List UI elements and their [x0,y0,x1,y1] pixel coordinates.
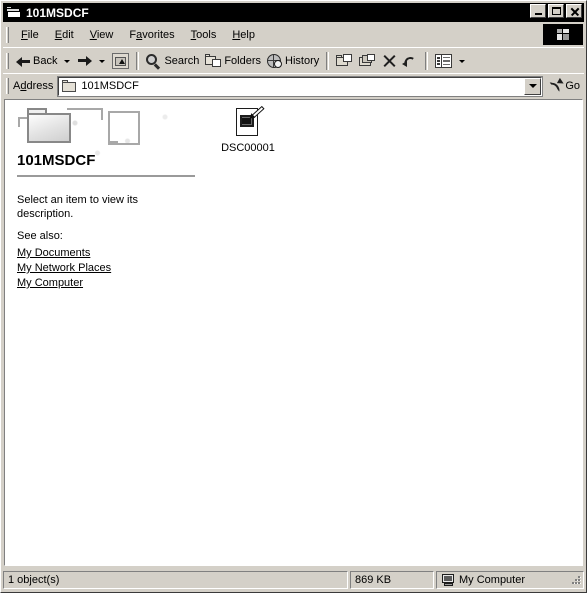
arrow-left-icon [16,56,31,67]
undo-arrow-icon [402,54,418,68]
back-dropdown-icon[interactable] [64,59,71,63]
views-icon [435,54,453,68]
image-document-icon [232,104,265,140]
title-divider [17,175,195,177]
file-item-label: DSC00001 [221,142,275,154]
link-my-network-places[interactable]: My Network Places [17,262,111,274]
move-to-folder-icon [336,53,353,69]
see-also-label: See also: [17,230,63,242]
content-area: 101MSDCF Select an item to view its desc… [4,99,583,566]
undo-button[interactable] [399,50,421,72]
title-bar[interactable]: 101MSDCF [3,3,584,22]
go-button[interactable]: Go [544,77,584,93]
status-bar: 1 object(s) 869 KB My Computer [3,570,584,590]
menu-item-favorites[interactable]: Favorites [121,27,182,43]
toolbar-separator [326,52,330,70]
status-zone-label: My Computer [459,574,526,586]
search-button[interactable]: Search [143,50,202,72]
back-button-label: Back [33,55,58,67]
explorer-window: 101MSDCF File Edit View Favorites Tools … [0,0,587,593]
toolbar-separator [425,52,429,70]
link-my-computer[interactable]: My Computer [17,277,111,289]
close-button[interactable] [566,4,582,18]
status-object-count: 1 object(s) [3,571,348,589]
file-list-pane[interactable]: DSC00001 [201,100,582,565]
minimize-button[interactable] [530,4,546,18]
forward-dropdown-icon[interactable] [99,59,106,63]
arrow-right-icon [77,55,93,68]
move-to-button[interactable] [333,50,356,72]
computer-icon [441,574,455,586]
windows-flag-icon [543,24,583,45]
views-dropdown-icon[interactable] [459,59,466,63]
menu-item-help[interactable]: Help [224,27,263,43]
forward-button[interactable] [74,50,95,72]
search-icon [146,53,162,69]
menu-item-file[interactable]: File [13,27,47,43]
menu-item-tools[interactable]: Tools [183,27,225,43]
folder-icon [62,80,77,92]
menu-item-edit[interactable]: Edit [47,27,82,43]
delete-button[interactable] [379,50,399,72]
link-my-documents[interactable]: My Documents [17,247,111,259]
history-button[interactable]: History [264,50,322,72]
page-title: 101MSDCF [17,152,96,169]
back-button[interactable]: Back [13,50,60,72]
status-total-size: 869 KB [350,571,434,589]
file-item[interactable]: DSC00001 [208,104,288,154]
window-controls [530,4,582,18]
views-button[interactable] [432,50,455,72]
search-button-label: Search [164,55,200,67]
copy-to-button[interactable] [356,50,379,72]
folders-button[interactable]: Folders [202,50,264,72]
go-arrow-icon [548,77,566,93]
history-button-label: History [285,55,320,67]
address-bar: Address 101MSDCF Go [3,73,584,98]
history-icon [267,53,283,69]
address-input[interactable]: 101MSDCF [57,75,544,97]
maximize-button[interactable] [548,4,564,18]
toolbar-grip[interactable] [6,53,9,69]
folders-button-label: Folders [224,55,262,67]
address-label: Address [13,80,54,92]
addressbar-grip[interactable] [6,78,9,94]
address-dropdown-button[interactable] [524,77,542,95]
folder-up-icon [112,53,130,69]
copy-to-folder-icon [359,53,376,69]
description-text: Select an item to view its description. [17,194,139,220]
up-one-level-button[interactable] [109,50,132,72]
menu-item-view[interactable]: View [82,27,122,43]
menubar-grip[interactable] [6,27,9,43]
go-button-label: Go [565,80,580,92]
see-also-links: My Documents My Network Places My Comput… [17,247,111,289]
resize-grip[interactable] [570,575,582,587]
delete-x-icon [382,54,396,68]
web-view-pane: 101MSDCF Select an item to view its desc… [5,100,201,565]
chevron-down-icon [528,84,537,88]
folders-icon [205,53,222,69]
window-title: 101MSDCF [26,5,89,20]
folder-open-icon [6,5,22,20]
toolbar-separator [136,52,140,70]
standard-toolbar: Back Search Folders History [3,47,584,74]
address-value: 101MSDCF [81,80,139,92]
menu-bar: File Edit View Favorites Tools Help [3,24,584,47]
status-zone: My Computer [436,571,584,589]
